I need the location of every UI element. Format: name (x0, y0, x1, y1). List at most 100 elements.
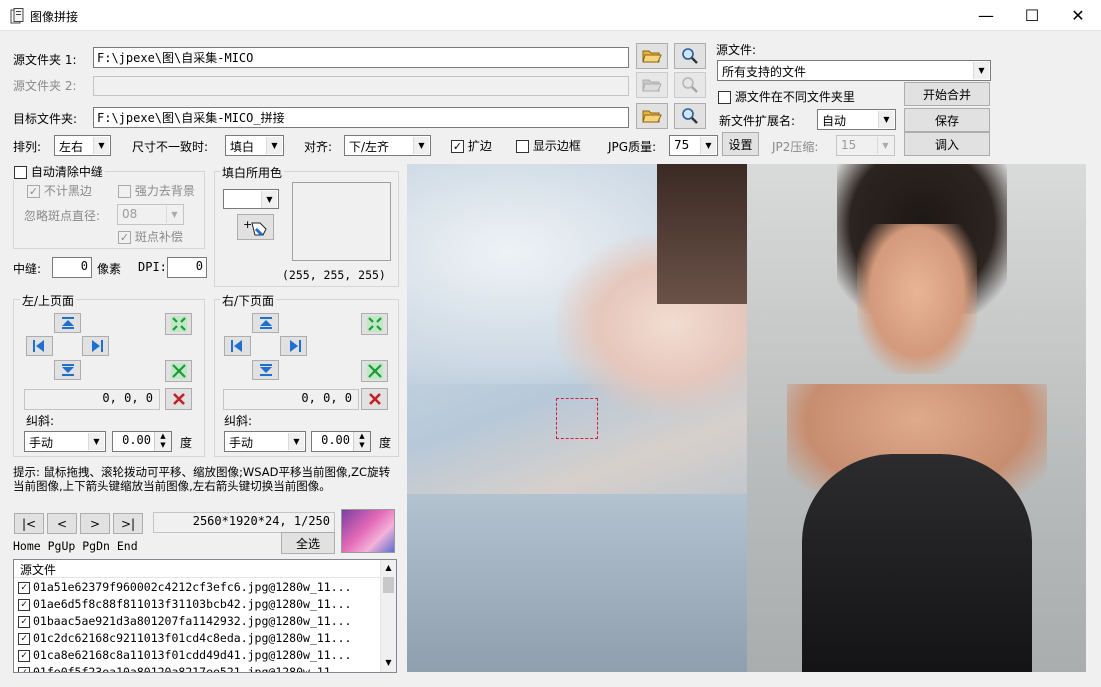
image-preview[interactable] (407, 164, 1086, 672)
list-item[interactable]: ✓ 01a51e62379f960002c4212cf3efc6.jpg@1280… (18, 580, 352, 597)
checkbox-box[interactable]: ✓ (18, 666, 30, 672)
source1-input[interactable]: F:\jpexe\图\自采集-MICO (93, 47, 629, 68)
list-item[interactable]: ✓ 01ae6d5f8c88f811013f31103bcb42.jpg@1280… (18, 597, 352, 614)
file-filter-select[interactable]: 所有支持的文件 ▼ (717, 60, 991, 81)
scroll-up-icon[interactable]: ▲ (381, 560, 396, 576)
folder-open-icon (642, 79, 662, 92)
source2-input[interactable] (93, 76, 629, 96)
expand-checkbox[interactable]: ✓ 扩边 (451, 137, 492, 154)
first-image-button[interactable]: |< (14, 513, 44, 534)
ignore-spot-label: 忽略斑点直径: (24, 209, 101, 223)
left-move-down-button[interactable] (54, 360, 81, 380)
list-item[interactable]: ✓ 01c2dc62168c9211013f01cd4c8eda.jpg@1280… (18, 631, 352, 648)
spot-compensation-checkbox[interactable]: ✓ 斑点补偿 (118, 228, 183, 245)
left-move-left-button[interactable] (26, 336, 53, 356)
selection-rectangle[interactable] (556, 398, 598, 439)
right-skew-mode-select[interactable]: 手动 ▼ (224, 431, 306, 452)
pick-color-button[interactable]: + (237, 214, 274, 240)
arrow-down-icon (259, 364, 272, 376)
right-move-down-button[interactable] (252, 360, 279, 380)
hint-text: 提示: 鼠标拖拽、滚轮拨动可平移、缩放图像;WSAD平移当前图像,ZC旋转当前图… (13, 465, 391, 493)
left-reset-button[interactable] (165, 388, 192, 410)
mid-seam-input[interactable]: 0 (52, 257, 92, 278)
right-reset-button[interactable] (361, 388, 388, 410)
left-zoom-in-button[interactable] (165, 313, 192, 335)
save-button[interactable]: 保存 (904, 108, 990, 132)
source1-browse-button[interactable] (636, 43, 668, 69)
source2-label: 源文件夹 2: (13, 79, 77, 93)
right-move-right-button[interactable] (280, 336, 307, 356)
show-border-checkbox[interactable]: 显示边框 (516, 137, 581, 154)
minimize-button[interactable]: — (963, 0, 1009, 31)
mid-seam-unit: 像素 (97, 262, 122, 276)
jp2-compress-label: JP2压缩: (772, 140, 819, 154)
different-folder-checkbox[interactable]: 源文件在不同文件夹里 (718, 88, 855, 105)
source2-view-button[interactable] (674, 72, 706, 98)
magnifier-icon (682, 77, 698, 93)
source2-browse-button[interactable] (636, 72, 668, 98)
target-input[interactable]: F:\jpexe\图\自采集-MICO_拼接 (93, 107, 629, 128)
folder-open-icon (642, 110, 662, 123)
scroll-down-icon[interactable]: ▼ (381, 655, 396, 671)
file-list-scrollbar[interactable]: ▲ ▼ (380, 560, 396, 672)
list-item[interactable]: ✓ 01ca8e62168c8a11013f01cdd49d41.jpg@1280… (18, 648, 352, 665)
checkbox-box[interactable]: ✓ (18, 581, 30, 594)
right-photo[interactable] (747, 164, 1086, 672)
left-photo[interactable] (407, 164, 747, 672)
left-skew-label: 纠斜: (26, 414, 55, 428)
align-select[interactable]: 下/左齐 ▼ (344, 135, 431, 156)
left-skew-unit: 度 (180, 436, 193, 450)
source-file-list[interactable]: 源文件 ✓ 01a51e62379f960002c4212cf3efc6.jpg@… (13, 559, 397, 673)
last-image-button[interactable]: >| (113, 513, 143, 534)
jp2-compress-select[interactable]: 15 ▼ (836, 135, 895, 156)
checkbox-box: ✓ (451, 140, 464, 153)
target-view-button[interactable] (674, 103, 706, 129)
target-browse-button[interactable] (636, 103, 668, 129)
list-item[interactable]: ✓ 01baac5ae921d3a801207fa1142932.jpg@1280… (18, 614, 352, 631)
checkbox-box[interactable]: ✓ (18, 649, 30, 662)
left-skew-spinner[interactable]: ▲ ▼ (154, 432, 171, 451)
source1-view-button[interactable] (674, 43, 706, 69)
left-move-right-button[interactable] (82, 336, 109, 356)
list-item[interactable]: ✓ 01fe0f5f23ea10a80120a8217ee521.jpg@1280… (18, 665, 352, 672)
spot-diameter-select[interactable]: 08 ▼ (117, 204, 184, 225)
right-zoom-in-button[interactable] (361, 313, 388, 335)
photo-leather-top-area (802, 454, 1032, 672)
force-remove-bg-checkbox[interactable]: 强力去背景 (118, 182, 195, 199)
fill-color-select[interactable]: ▼ (223, 189, 279, 209)
next-image-button[interactable]: > (80, 513, 110, 534)
settings-button[interactable]: 设置 (722, 132, 759, 156)
checkbox-box[interactable]: ✓ (18, 632, 30, 645)
checkbox-box[interactable]: ✓ (18, 615, 30, 628)
chevron-down-icon: ▼ (261, 191, 277, 208)
maximize-button[interactable]: ☐ (1009, 0, 1055, 31)
force-remove-bg-label: 强力去背景 (134, 184, 195, 198)
start-merge-button[interactable]: 开始合并 (904, 82, 990, 106)
left-move-up-button[interactable] (54, 313, 81, 333)
right-move-up-button[interactable] (252, 313, 279, 333)
right-move-left-button[interactable] (224, 336, 251, 356)
photo-sheet-area (407, 494, 747, 672)
photo-face-area (857, 224, 977, 374)
select-all-button[interactable]: 全选 (281, 532, 335, 554)
load-button[interactable]: 调入 (904, 132, 990, 156)
eyedropper-icon: + (243, 218, 267, 237)
auto-clear-seam-checkbox[interactable]: 自动清除中缝 (12, 163, 105, 180)
arrange-select[interactable]: 左右 ▼ (54, 135, 111, 156)
new-ext-value: 自动 (822, 114, 847, 128)
close-window-button[interactable]: ✕ (1055, 0, 1101, 31)
file-list-header[interactable]: 源文件 (14, 560, 380, 578)
left-skew-mode-select[interactable]: 手动 ▼ (24, 431, 106, 452)
scroll-thumb[interactable] (383, 577, 394, 593)
prev-image-button[interactable]: < (47, 513, 77, 534)
left-zoom-out-button[interactable] (165, 360, 192, 382)
new-ext-select[interactable]: 自动 ▼ (817, 109, 896, 130)
jpg-quality-select[interactable]: 75 ▼ (669, 135, 718, 156)
size-mismatch-select[interactable]: 填白 ▼ (225, 135, 284, 156)
checkbox-box[interactable]: ✓ (18, 598, 30, 611)
ignore-black-edge-checkbox[interactable]: ✓ 不计黑边 (27, 182, 92, 199)
right-zoom-out-button[interactable] (361, 360, 388, 382)
dpi-input[interactable]: 0 (167, 257, 207, 278)
right-skew-spinner[interactable]: ▲ ▼ (353, 432, 370, 451)
magnifier-icon (682, 48, 698, 64)
